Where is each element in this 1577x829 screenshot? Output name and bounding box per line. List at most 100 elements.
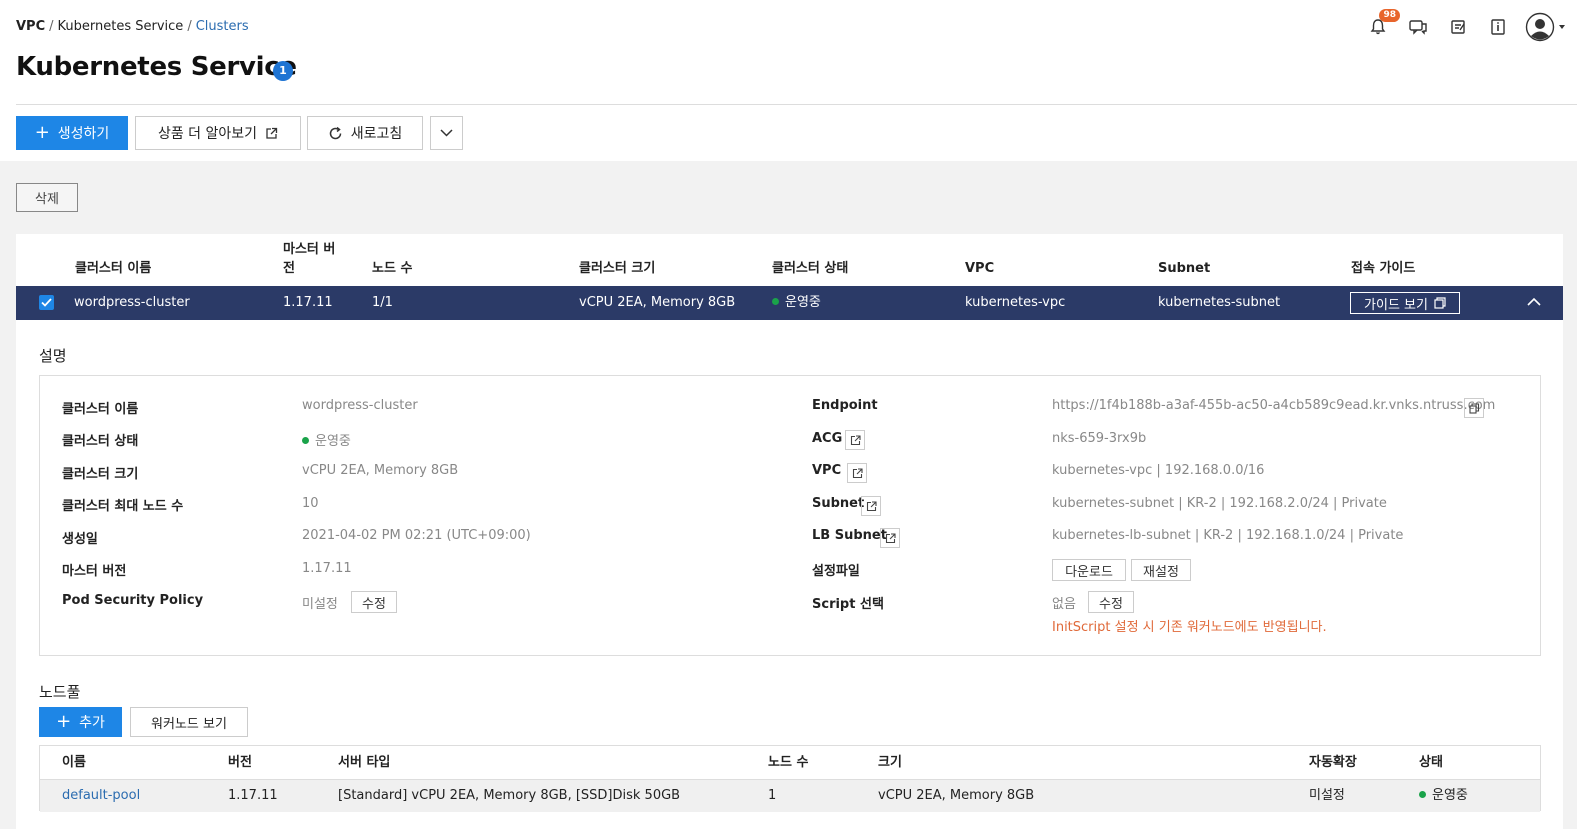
detail-value-subnet: kubernetes-subnet | KR-2 | 192.168.2.0/2… <box>1052 496 1387 511</box>
reset-config-button[interactable]: 재설정 <box>1131 559 1191 581</box>
detail-value-cluster-size: vCPU 2EA, Memory 8GB <box>302 463 459 478</box>
detail-value-lb-subnet: kubernetes-lb-subnet | KR-2 | 192.168.1.… <box>1052 528 1404 543</box>
view-workers-button[interactable]: 워커노드 보기 <box>130 707 248 737</box>
col-access-guide: 접속 가이드 <box>1351 261 1416 276</box>
info-badge[interactable]: 1 <box>273 61 293 81</box>
detail-value-master-version: 1.17.11 <box>302 561 352 576</box>
more-dropdown-button[interactable] <box>430 116 463 150</box>
detail-label-cluster-size: 클러스터 크기 <box>62 467 139 482</box>
nodepool-table-header: 이름 버전 서버 타입 노드 수 크기 자동확장 상태 <box>40 746 1540 779</box>
status-dot-icon <box>1419 791 1426 798</box>
breadcrumb-kubernetes-service[interactable]: Kubernetes Service <box>58 19 184 34</box>
detail-label-master-version: 마스터 버전 <box>62 564 127 579</box>
table-row[interactable]: default-pool 1.17.11 [Standard] vCPU 2EA… <box>40 779 1540 812</box>
copy-icon[interactable] <box>1464 398 1484 418</box>
status-dot-icon <box>772 298 779 305</box>
col-cluster-size: 클러스터 크기 <box>579 261 656 276</box>
row-checkbox[interactable] <box>39 295 54 310</box>
np-col-server-type: 서버 타입 <box>338 755 391 770</box>
np-cell-autoscale: 미설정 <box>1309 788 1345 803</box>
chevron-down-icon <box>440 129 453 137</box>
detail-value-endpoint: https://1f4b188b-a3af-455b-ac50-a4cb589c… <box>1052 398 1496 413</box>
plus-icon: + <box>34 122 50 143</box>
refresh-icon <box>329 126 341 139</box>
notification-count-badge: 98 <box>1379 9 1400 22</box>
detail-label-cluster-status: 클러스터 상태 <box>62 434 139 449</box>
detail-section-title: 설명 <box>39 347 67 365</box>
cell-vpc: kubernetes-vpc <box>965 295 1066 310</box>
detail-label-config-file: 설정파일 <box>812 564 860 579</box>
user-menu[interactable] <box>1525 12 1567 42</box>
chevron-down-icon <box>1559 25 1565 29</box>
cluster-row-selected[interactable]: wordpress-cluster 1.17.11 1/1 vCPU 2EA, … <box>16 286 1563 320</box>
status-dot-icon <box>302 437 309 444</box>
detail-value-cluster-status: 운영중 <box>302 430 351 449</box>
np-col-node-count: 노드 수 <box>768 755 809 770</box>
delete-button[interactable]: 삭제 <box>16 183 78 212</box>
header-divider <box>16 104 1577 105</box>
col-cluster-name: 클러스터 이름 <box>75 261 152 276</box>
nodepool-section-title: 노드풀 <box>39 683 81 701</box>
np-col-autoscale: 자동확장 <box>1309 755 1357 770</box>
detail-label-acg: ACG <box>812 431 843 446</box>
breadcrumb-clusters[interactable]: Clusters <box>196 19 249 34</box>
external-link-icon <box>266 127 278 139</box>
external-link-icon[interactable] <box>847 463 867 483</box>
notification-bell-icon[interactable]: 98 <box>1365 9 1400 40</box>
info-panel-icon[interactable] <box>1485 14 1511 40</box>
header-icons: 98 <box>1365 9 1567 42</box>
cell-master-version: 1.17.11 <box>283 295 333 310</box>
detail-box <box>39 375 1541 656</box>
np-cell-status: 운영중 <box>1419 780 1468 812</box>
checkmark-icon <box>41 298 52 307</box>
add-nodepool-button[interactable]: + 추가 <box>39 707 122 737</box>
edit-script-button[interactable]: 수정 <box>1088 591 1134 613</box>
download-config-button[interactable]: 다운로드 <box>1052 559 1126 581</box>
learn-more-button[interactable]: 상품 더 알아보기 <box>135 116 301 150</box>
np-col-size: 크기 <box>878 755 902 770</box>
np-cell-server-type: [Standard] vCPU 2EA, Memory 8GB, [SSD]Di… <box>338 788 681 803</box>
chevron-up-icon[interactable] <box>1527 297 1541 307</box>
nodepool-table: 이름 버전 서버 타입 노드 수 크기 자동확장 상태 default-pool… <box>39 745 1541 812</box>
view-guide-button[interactable]: 가이드 보기 <box>1350 292 1460 314</box>
col-vpc: VPC <box>965 261 995 276</box>
page-title: Kubernetes Service <box>16 52 297 82</box>
detail-label-lb-subnet: LB Subnet <box>812 528 887 543</box>
external-link-icon[interactable] <box>845 430 865 450</box>
detail-value-created: 2021-04-02 PM 02:21 (UTC+09:00) <box>302 528 531 543</box>
np-cell-name-link[interactable]: default-pool <box>62 780 140 812</box>
np-cell-version: 1.17.11 <box>228 788 278 803</box>
detail-value-pod-security-policy: 미설정 <box>302 597 338 612</box>
detail-value-acg: nks-659-3rx9b <box>1052 431 1147 446</box>
detail-value-vpc: kubernetes-vpc | 192.168.0.0/16 <box>1052 463 1265 478</box>
edit-psp-button[interactable]: 수정 <box>351 591 397 613</box>
col-master-version: 마스터 버 전 <box>283 242 336 276</box>
avatar <box>1525 12 1555 42</box>
detail-label-vpc: VPC <box>812 463 842 478</box>
cell-node-count: 1/1 <box>372 295 393 310</box>
memo-icon[interactable] <box>1445 14 1471 40</box>
detail-label-created: 생성일 <box>62 532 98 547</box>
refresh-button[interactable]: 새로고침 <box>307 116 423 150</box>
col-node-count: 노드 수 <box>372 261 413 276</box>
detail-label-cluster-name: 클러스터 이름 <box>62 402 139 417</box>
detail-label-endpoint: Endpoint <box>812 398 878 413</box>
np-col-version: 버전 <box>228 755 252 770</box>
np-cell-size: vCPU 2EA, Memory 8GB <box>878 788 1035 803</box>
script-warning: InitScript 설정 시 기존 워커노드에도 반영됩니다. <box>1052 620 1327 635</box>
external-link-icon[interactable] <box>880 528 900 548</box>
cell-subnet: kubernetes-subnet <box>1158 295 1281 310</box>
np-col-status: 상태 <box>1419 755 1443 770</box>
chat-icon[interactable] <box>1405 14 1431 40</box>
detail-label-subnet: Subnet <box>812 496 865 511</box>
breadcrumb-vpc[interactable]: VPC <box>16 19 45 34</box>
popup-window-icon <box>1434 297 1446 309</box>
detail-value-script: 없음 <box>1052 597 1076 612</box>
np-col-name: 이름 <box>62 755 86 770</box>
external-link-icon[interactable] <box>861 496 881 516</box>
breadcrumb: VPC / Kubernetes Service / Clusters <box>16 19 249 34</box>
detail-label-pod-security-policy: Pod Security Policy <box>62 593 204 608</box>
np-cell-node-count: 1 <box>768 788 777 803</box>
detail-value-cluster-name: wordpress-cluster <box>302 398 418 413</box>
create-button[interactable]: + 생성하기 <box>16 116 128 150</box>
